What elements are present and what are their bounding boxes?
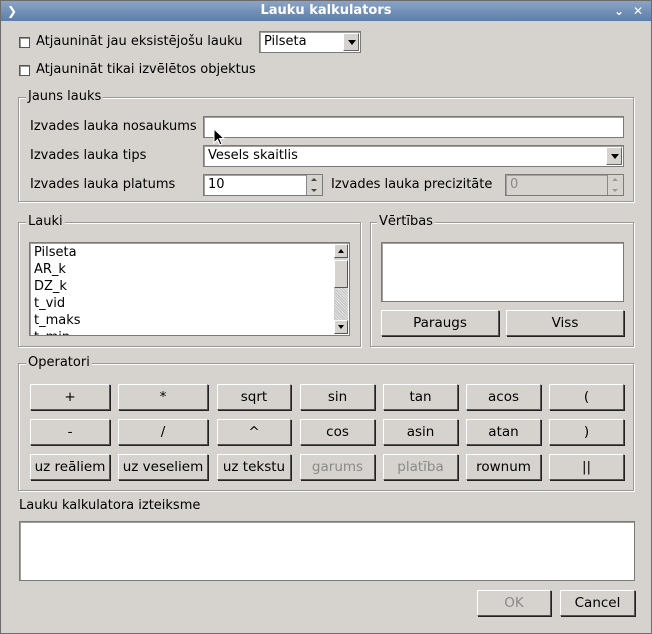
list-item[interactable]: AR_k (30, 261, 349, 278)
field-type-value: Vesels skaitlis (208, 148, 298, 163)
operator-button[interactable]: + (30, 384, 110, 410)
chevron-down-icon[interactable] (343, 33, 359, 51)
spin-arrows-icon[interactable] (607, 175, 623, 195)
operator-button[interactable]: ) (549, 419, 624, 445)
fields-group-title: Lauki (26, 214, 65, 229)
scroll-up-icon[interactable] (334, 244, 348, 258)
spin-arrows-icon[interactable] (306, 175, 322, 195)
operator-button[interactable]: / (118, 419, 208, 445)
existing-field-value: Pilseta (264, 34, 307, 49)
field-width-spinbox[interactable]: 10 (203, 174, 323, 196)
operator-button[interactable]: garums (300, 454, 375, 480)
title-bar[interactable]: ❯ Lauku kalkulators ⌄ ✕ (1, 1, 651, 21)
list-item[interactable]: t_min (30, 329, 349, 335)
close-icon[interactable]: ✕ (630, 3, 646, 19)
update-selected-label: Atjaunināt tikai izvēlētos objektus (36, 62, 256, 77)
operator-button[interactable]: platība (383, 454, 458, 480)
list-item[interactable]: t_maks (30, 312, 349, 329)
operator-button[interactable]: - (30, 419, 110, 445)
operator-button[interactable]: || (549, 454, 624, 480)
operator-button[interactable]: * (118, 384, 208, 410)
list-item[interactable]: DZ_k (30, 278, 349, 295)
operator-button[interactable]: acos (466, 384, 541, 410)
new-field-group-title: Jauns lauks (26, 89, 104, 104)
fields-list[interactable]: PilsetaAR_kDZ_kt_vidt_makst_min (29, 242, 350, 336)
expression-input[interactable] (19, 521, 635, 581)
operator-button[interactable]: uz reāliem (30, 454, 110, 480)
window-title: Lauku kalkulators (260, 3, 392, 18)
operator-button[interactable]: ( (549, 384, 624, 410)
cancel-button[interactable]: Cancel (560, 590, 635, 616)
operator-button[interactable]: atan (466, 419, 541, 445)
ok-button[interactable]: OK (477, 590, 551, 616)
field-width-value: 10 (208, 177, 225, 192)
operator-button[interactable]: asin (383, 419, 458, 445)
field-precision-label: Izvades lauka precizitāte (331, 177, 493, 192)
operator-button[interactable]: uz tekstu (217, 454, 291, 480)
shade-icon[interactable]: ⌄ (611, 3, 627, 19)
expression-label: Lauku kalkulatora izteiksme (19, 498, 201, 513)
values-list[interactable] (381, 242, 624, 302)
update-existing-label: Atjaunināt jau eksistējošu lauku (36, 34, 243, 49)
operator-button[interactable]: cos (300, 419, 375, 445)
operators-group-title: Operatori (26, 355, 92, 370)
list-item[interactable]: t_vid (30, 295, 349, 312)
operator-button[interactable]: ^ (217, 419, 291, 445)
list-item[interactable]: Pilseta (30, 244, 349, 261)
field-precision-value: 0 (510, 177, 519, 192)
operator-button[interactable]: tan (383, 384, 458, 410)
operator-button[interactable]: rownum (466, 454, 541, 480)
all-values-button[interactable]: Viss (506, 310, 624, 336)
mouse-pointer-icon (213, 128, 226, 146)
chevron-down-icon[interactable] (606, 147, 622, 165)
existing-field-select[interactable]: Pilseta (259, 31, 361, 53)
update-existing-checkbox[interactable] (19, 37, 30, 48)
field-calculator-dialog: ❯ Lauku kalkulators ⌄ ✕ Atjaunināt jau e… (0, 0, 652, 634)
field-type-label: Izvades lauka tips (30, 148, 147, 163)
operator-button[interactable]: sqrt (217, 384, 291, 410)
field-precision-spinbox[interactable]: 0 (505, 174, 624, 196)
field-width-label: Izvades lauka platums (30, 177, 176, 192)
operator-button[interactable]: sin (300, 384, 375, 410)
scroll-thumb[interactable] (334, 260, 348, 288)
values-group-title: Vērtības (377, 214, 435, 229)
field-name-input[interactable] (203, 116, 624, 138)
sample-values-button[interactable]: Paraugs (381, 310, 499, 336)
operator-button[interactable]: uz veseliem (118, 454, 208, 480)
field-type-select[interactable]: Vesels skaitlis (203, 145, 624, 167)
fields-list-scrollbar[interactable] (334, 244, 348, 334)
scroll-down-icon[interactable] (334, 320, 348, 334)
field-name-label: Izvades lauka nosaukums (30, 119, 197, 134)
update-selected-checkbox[interactable] (19, 65, 30, 76)
